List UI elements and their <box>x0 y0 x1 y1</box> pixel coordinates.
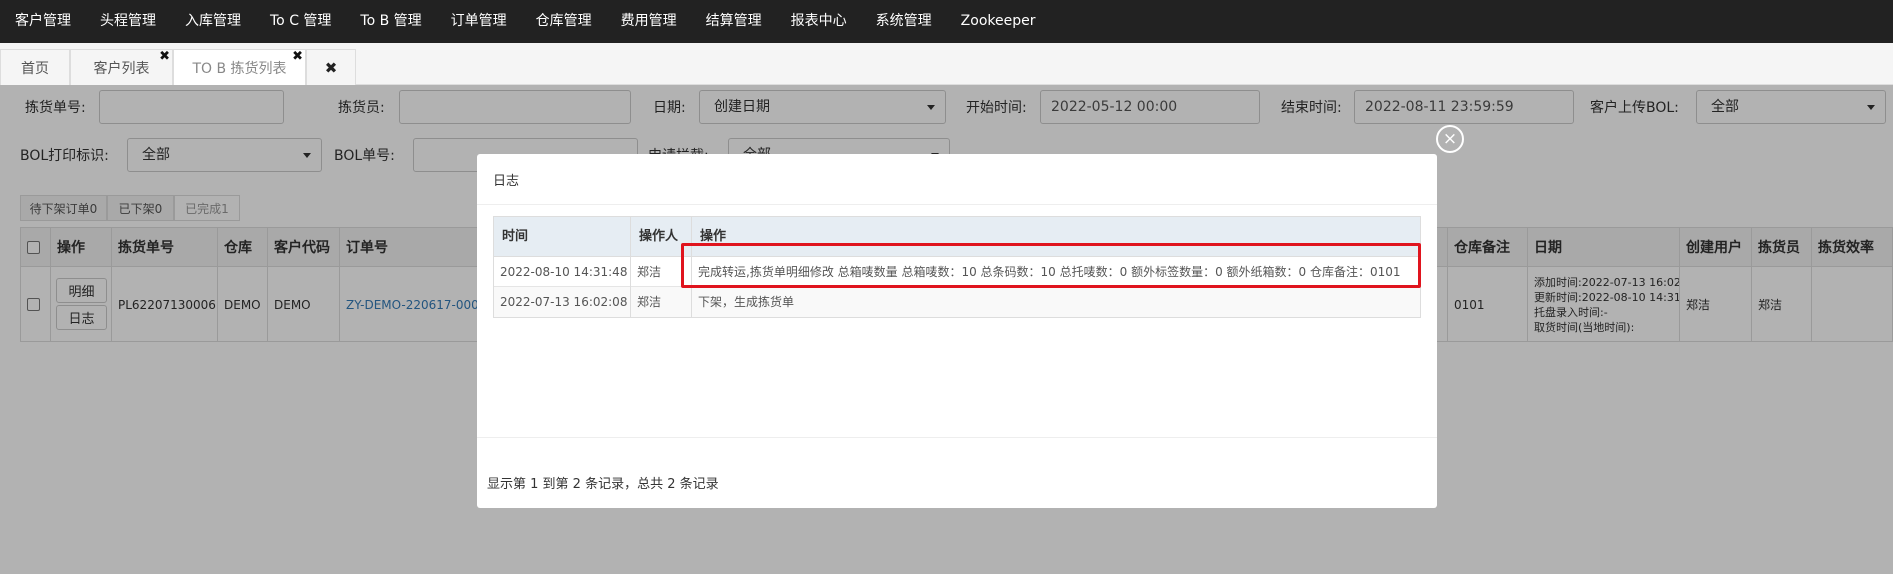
modal-footer-divider <box>477 437 1437 438</box>
top-navbar: 客户管理 头程管理 入库管理 To C 管理 To B 管理 订单管理 仓库管理… <box>0 0 1893 43</box>
close-icon: ✖ <box>324 58 338 77</box>
tab-tob-picking-list-label: TO B 拣货列表 <box>192 60 287 77</box>
tab-home[interactable]: 首页 <box>0 49 70 85</box>
log-modal: 日志 时间 操作人 操作 2022-08-10 14:31:48 郑洁 完成转运… <box>477 154 1437 508</box>
tab-tob-picking-list[interactable]: TO B 拣货列表 ✖ <box>173 49 306 85</box>
nav-system[interactable]: 系统管理 <box>867 0 941 43</box>
page-tabs-bar: 首页 客户列表 ✖ TO B 拣货列表 ✖ ✖ <box>0 43 1893 85</box>
nav-fees[interactable]: 费用管理 <box>612 0 686 43</box>
log-row-time: 2022-07-13 16:02:08 <box>494 287 631 317</box>
close-icon[interactable]: ✖ <box>292 49 303 64</box>
nav-tob[interactable]: To B 管理 <box>351 0 430 43</box>
tab-customer-list-label: 客户列表 <box>93 60 150 77</box>
close-icon[interactable]: ✖ <box>159 49 170 64</box>
log-row-operation: 下架，生成拣货单 <box>698 295 795 309</box>
highlight-annotation-box <box>681 243 1421 288</box>
nav-zookeeper[interactable]: Zookeeper <box>952 0 1045 43</box>
nav-warehouse[interactable]: 仓库管理 <box>527 0 601 43</box>
close-icon[interactable]: × <box>1436 125 1464 153</box>
tab-home-label: 首页 <box>21 60 49 77</box>
nav-inbound[interactable]: 入库管理 <box>176 0 250 43</box>
nav-customer[interactable]: 客户管理 <box>6 0 80 43</box>
pagination-info: 显示第 1 到第 2 条记录，总共 2 条记录 <box>487 477 719 492</box>
modal-title: 日志 <box>493 174 520 189</box>
nav-orders[interactable]: 订单管理 <box>442 0 516 43</box>
log-row-operator: 郑洁 <box>631 287 692 317</box>
modal-divider <box>477 204 1437 205</box>
nav-first-leg[interactable]: 头程管理 <box>91 0 165 43</box>
nav-toc[interactable]: To C 管理 <box>261 0 340 43</box>
nav-settlement[interactable]: 结算管理 <box>697 0 771 43</box>
table-row: 2022-07-13 16:02:08 郑洁 下架，生成拣货单 <box>494 287 1420 317</box>
log-header-time: 时间 <box>494 217 631 257</box>
log-row-time: 2022-08-10 14:31:48 <box>494 257 631 287</box>
nav-reports[interactable]: 报表中心 <box>782 0 856 43</box>
tab-customer-list[interactable]: 客户列表 ✖ <box>70 49 173 85</box>
close-all-tabs-button[interactable]: ✖ <box>306 49 356 85</box>
